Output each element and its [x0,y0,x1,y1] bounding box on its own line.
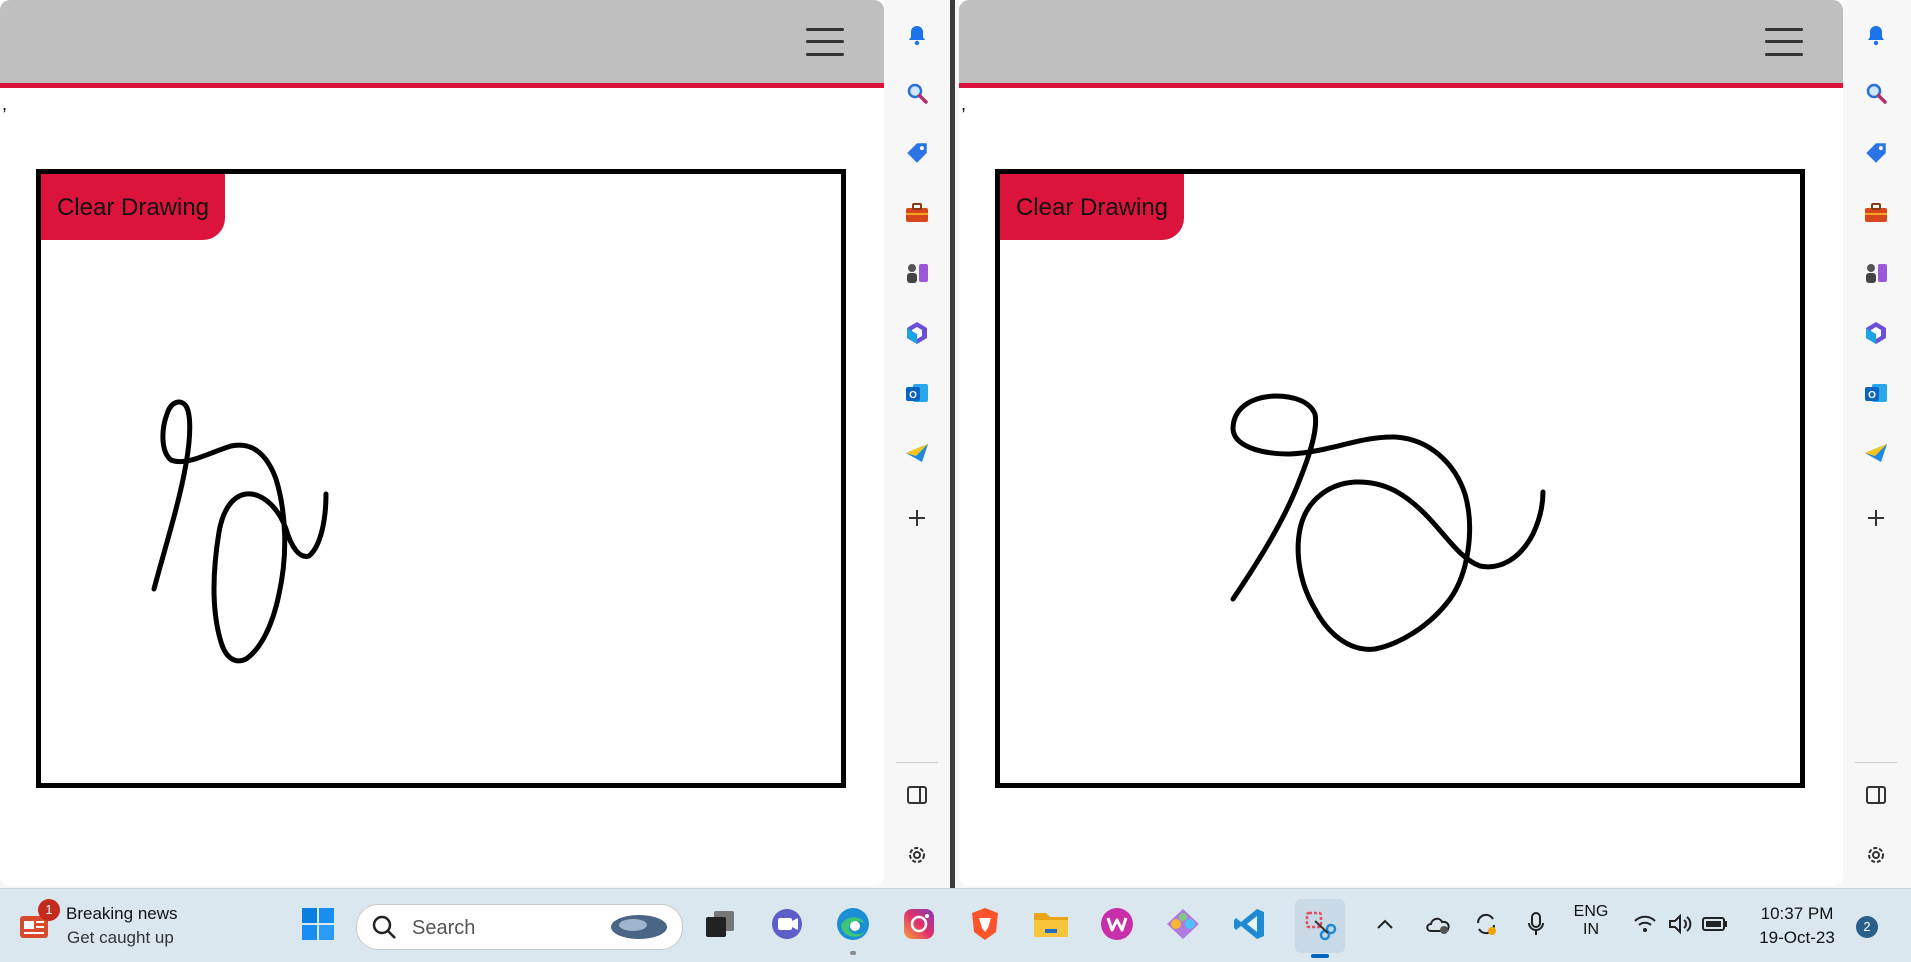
brave-icon[interactable] [965,904,1005,944]
stray-text: , [2,94,8,114]
right-drawing-canvas[interactable]: Clear Drawing [995,169,1805,788]
teams-chat-icon[interactable] [767,904,807,944]
send-icon[interactable] [903,439,931,467]
onedrive-icon[interactable] [1422,904,1454,944]
show-hidden-icons-icon[interactable] [1370,904,1400,944]
language-line2: IN [1583,921,1599,938]
outlook-icon[interactable]: O [903,379,931,407]
news-widget[interactable]: 1 Breaking news Get caught up [16,899,196,949]
tag-icon[interactable] [903,139,931,167]
snipping-active-indicator [1311,954,1329,958]
language-line1: ENG [1573,903,1609,920]
left-browser-viewport: , Clear Drawing [0,0,884,886]
wps-office-icon[interactable] [1097,904,1137,944]
add-icon[interactable] [1862,504,1890,532]
right-pane: , Clear Drawing O [955,0,1911,888]
news-badge: 1 [38,899,60,921]
task-view-icon[interactable] [700,904,740,944]
news-subtitle: Get caught up [67,928,174,947]
right-menu-icon[interactable] [1765,26,1803,58]
add-icon[interactable] [903,504,931,532]
settings-icon[interactable] [1862,841,1890,869]
games-icon[interactable] [1862,259,1890,287]
right-browser-viewport: , Clear Drawing [959,0,1843,886]
taskbar-clock[interactable]: 10:37 PM 19-Oct-23 [1752,902,1842,950]
split-view-icon[interactable] [1862,781,1890,809]
tag-icon[interactable] [1862,139,1890,167]
battery-icon[interactable] [1700,904,1730,944]
search-icon[interactable] [1862,79,1890,107]
briefcase-icon[interactable] [1862,199,1890,227]
left-edge-sidebar: O [884,0,950,888]
bell-icon[interactable] [1862,21,1890,49]
right-header-bar [959,0,1843,88]
language-indicator[interactable]: ENG IN [1570,903,1612,939]
left-drawing-canvas[interactable]: Clear Drawing [36,169,846,788]
left-drawing-stroke [151,399,329,664]
right-drawing-stroke [1230,393,1546,652]
microsoft365-icon[interactable] [903,319,931,347]
left-header-bar [0,0,884,88]
notification-badge[interactable]: 2 [1856,916,1878,938]
edge-running-indicator [850,951,856,955]
git-app-icon[interactable] [1163,904,1203,944]
search-placeholder: Search [412,917,476,939]
volume-icon[interactable] [1665,904,1695,944]
games-icon[interactable] [903,259,931,287]
news-title: Breaking news [66,904,178,923]
file-explorer-icon[interactable] [1031,904,1071,944]
sync-icon[interactable] [1470,904,1502,944]
sidebar-divider [1855,762,1897,763]
wifi-icon[interactable] [1630,904,1660,944]
microsoft365-icon[interactable] [1862,319,1890,347]
clock-date: 19-Oct-23 [1759,928,1835,947]
search-icon[interactable] [903,79,931,107]
search-highlight-icon [611,915,667,939]
left-pane: , Clear Drawing O [0,0,950,888]
windows-taskbar: 1 Breaking news Get caught up Search ENG… [0,888,1911,962]
split-view-icon[interactable] [903,781,931,809]
send-icon[interactable] [1862,439,1890,467]
outlook-icon[interactable]: O [1862,379,1890,407]
left-menu-icon[interactable] [806,26,844,58]
microphone-icon[interactable] [1520,904,1552,944]
stray-text: , [961,94,967,114]
snipping-tool-icon[interactable] [1295,899,1345,958]
right-clear-drawing-button[interactable]: Clear Drawing [1000,174,1184,240]
edge-icon[interactable] [833,904,873,955]
settings-icon[interactable] [903,841,931,869]
briefcase-icon[interactable] [903,199,931,227]
taskbar-search-box[interactable]: Search [356,904,683,950]
search-icon [372,915,396,939]
windows-start-icon[interactable] [298,904,338,944]
clock-time: 10:37 PM [1760,904,1834,923]
instagram-icon[interactable] [899,904,939,944]
vscode-icon[interactable] [1229,904,1269,944]
svg-text:O: O [909,390,917,401]
right-edge-sidebar: O [1843,0,1909,888]
left-clear-drawing-button[interactable]: Clear Drawing [41,174,225,240]
sidebar-divider [896,762,938,763]
svg-text:O: O [1868,390,1876,401]
bell-icon[interactable] [903,21,931,49]
